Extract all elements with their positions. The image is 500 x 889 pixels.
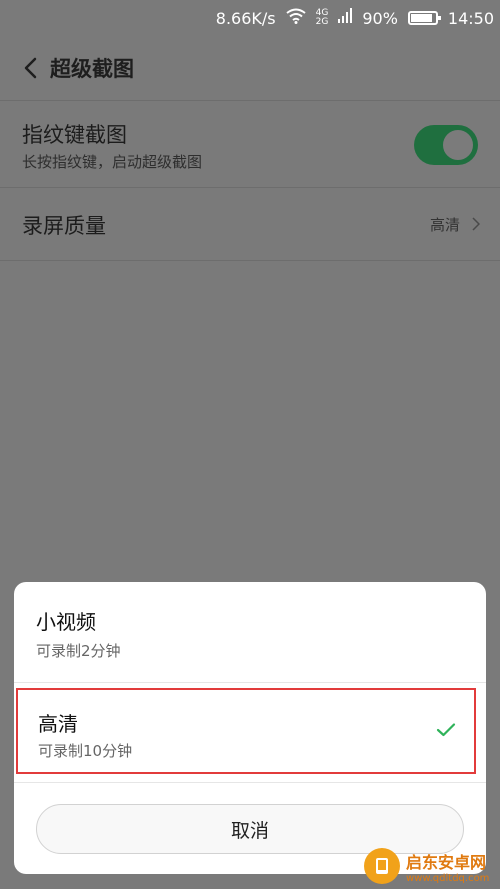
quality-options-sheet: 小视频 可录制2分钟 高清 可录制10分钟 取消: [14, 582, 486, 874]
clock: 14:50: [447, 8, 494, 28]
sheet-divider: [14, 682, 486, 683]
option-title: 高清: [38, 712, 78, 736]
watermark-url: www.qdltdq.com: [406, 872, 490, 884]
title-bar: 超级截图: [0, 36, 500, 100]
fingerprint-toggle[interactable]: [414, 125, 478, 165]
option-subtitle: 可录制10分钟: [38, 742, 133, 760]
option-small-video[interactable]: 小视频 可录制2分钟: [14, 582, 486, 682]
fingerprint-screenshot-row[interactable]: 指纹键截图 长按指纹键，启动超级截图: [0, 101, 500, 187]
chevron-right-icon: [472, 216, 481, 235]
chevron-left-icon[interactable]: [12, 50, 48, 86]
page-title: 超级截图: [50, 57, 134, 81]
network-type: 4G 2G: [316, 9, 329, 27]
recording-quality-row[interactable]: 录屏质量 高清: [0, 188, 500, 260]
toggle-knob: [441, 128, 475, 162]
watermark: 启东安卓网 www.qdltdq.com: [364, 843, 500, 889]
wifi-icon: [286, 8, 306, 28]
network-type-bottom: 2G: [315, 17, 329, 27]
quality-label: 录屏质量: [22, 214, 106, 238]
network-speed: 8.66K/s: [215, 8, 276, 28]
option-subtitle: 可录制2分钟: [36, 642, 121, 660]
signal-icon: [338, 8, 353, 28]
watermark-logo-icon: [364, 848, 400, 884]
divider: [0, 260, 500, 261]
check-icon: [436, 722, 456, 742]
fingerprint-description: 长按指纹键，启动超级截图: [22, 153, 203, 171]
option-title: 小视频: [36, 610, 96, 634]
sheet-divider: [14, 782, 486, 783]
option-hd[interactable]: 高清 可录制10分钟: [16, 688, 476, 774]
battery-icon: [407, 11, 441, 25]
status-bar: 8.66K/s 4G 2G 90% 14:50: [0, 0, 500, 36]
quality-value: 高清: [429, 216, 460, 234]
battery-percent: 90%: [362, 8, 398, 28]
fingerprint-label: 指纹键截图: [22, 123, 127, 147]
watermark-name: 启东安卓网: [406, 852, 487, 872]
